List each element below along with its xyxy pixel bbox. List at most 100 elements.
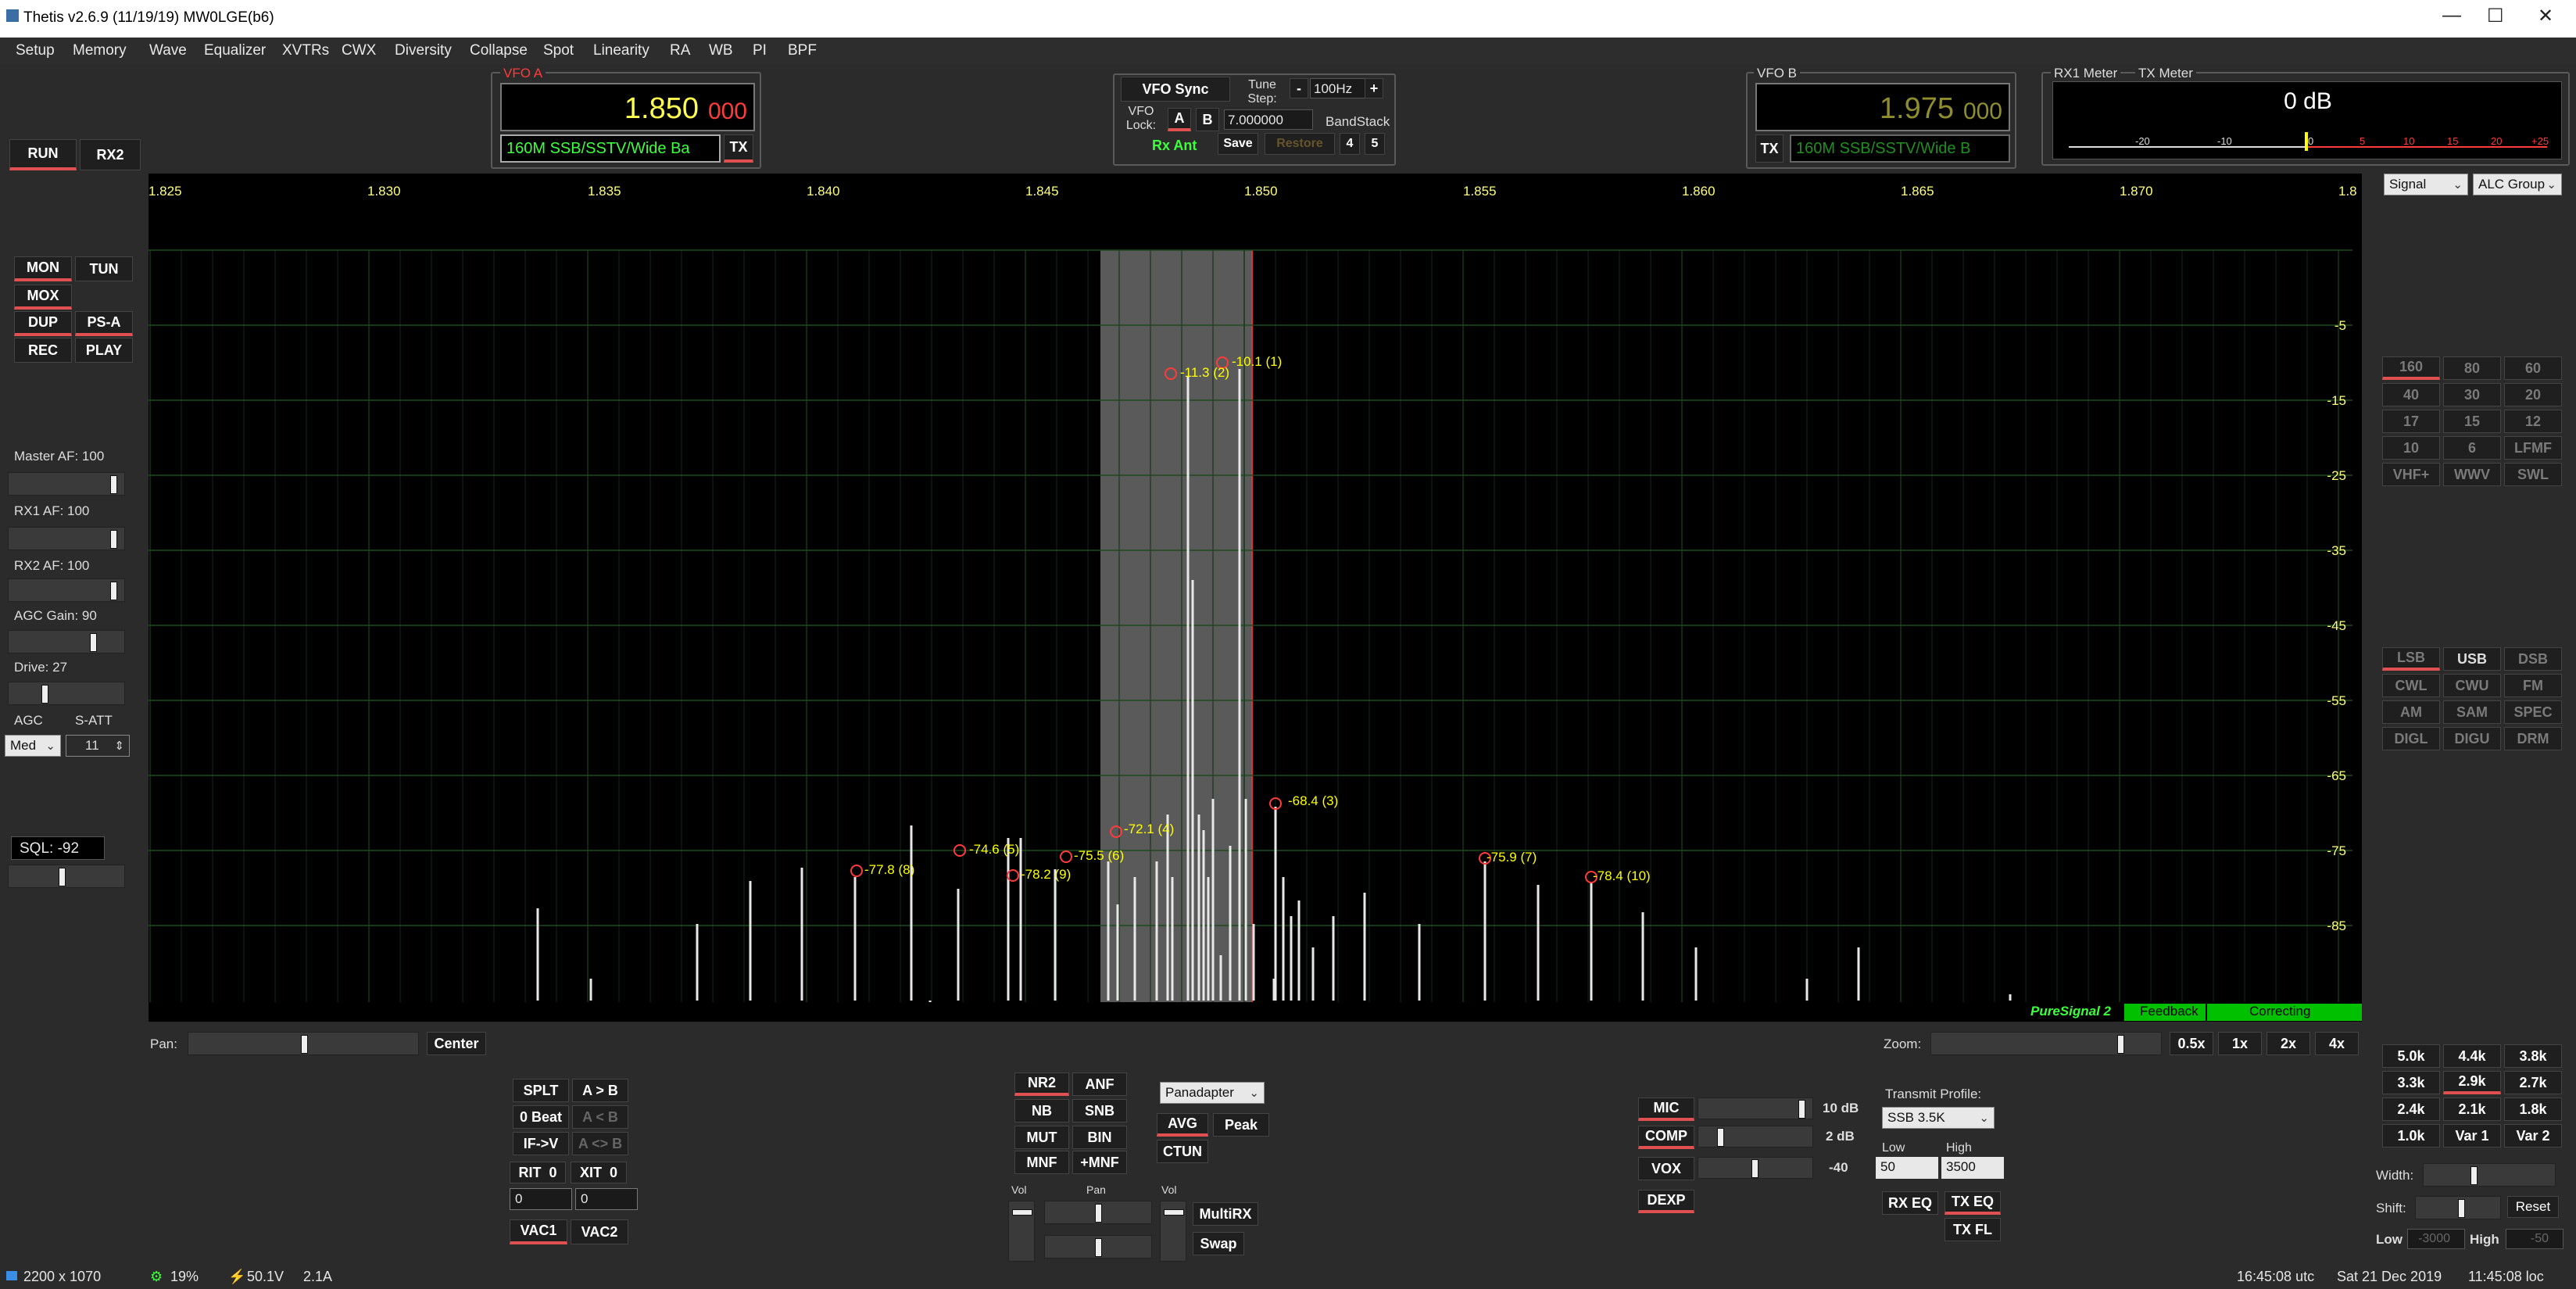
- rx1-pan-slider[interactable]: [1044, 1201, 1152, 1224]
- vox-button[interactable]: VOX: [1638, 1157, 1694, 1180]
- spectrum-graph[interactable]: 1.825 1.830 1.835 1.840 1.845 1.850 1.85…: [148, 174, 2362, 1022]
- filter-4-4k-button[interactable]: 4.4k: [2443, 1044, 2501, 1068]
- zoom-1x-button[interactable]: 1x: [2218, 1032, 2262, 1055]
- filter-5-0k-button[interactable]: 5.0k: [2382, 1044, 2440, 1068]
- vac1-button[interactable]: VAC1: [510, 1219, 567, 1244]
- bin-button[interactable]: BIN: [1072, 1126, 1127, 1149]
- dup-button[interactable]: DUP: [14, 311, 72, 336]
- mode-am-button[interactable]: AM: [2382, 700, 2440, 724]
- band-30-button[interactable]: 30: [2443, 383, 2501, 406]
- rx2-button[interactable]: RX2: [80, 139, 141, 170]
- drive-slider[interactable]: [8, 682, 125, 705]
- mox-button[interactable]: MOX: [14, 285, 72, 310]
- menu-linearity[interactable]: Linearity: [593, 42, 649, 59]
- if-to-v-button[interactable]: IF->V: [513, 1132, 569, 1155]
- menu-wave[interactable]: Wave: [149, 42, 187, 59]
- ctun-button[interactable]: CTUN: [1157, 1140, 1208, 1163]
- tx-eq-button[interactable]: TX EQ: [1945, 1191, 2001, 1215]
- split-button[interactable]: SPLT: [513, 1079, 569, 1102]
- rx1-af-slider[interactable]: [8, 527, 125, 550]
- tx-low-input[interactable]: 50: [1876, 1157, 1938, 1179]
- menu-memory[interactable]: Memory: [73, 42, 127, 59]
- plus-mnf-button[interactable]: +MNF: [1072, 1151, 1127, 1174]
- rx-eq-button[interactable]: RX EQ: [1882, 1191, 1938, 1215]
- filter-3-8k-button[interactable]: 3.8k: [2504, 1044, 2562, 1068]
- band-6-button[interactable]: 6: [2443, 436, 2501, 460]
- vox-slider[interactable]: [1698, 1157, 1813, 1179]
- comp-button[interactable]: COMP: [1638, 1126, 1694, 1149]
- mode-sam-button[interactable]: SAM: [2443, 700, 2501, 724]
- zoom-0-5x-button[interactable]: 0.5x: [2170, 1032, 2213, 1055]
- rit-input[interactable]: 0: [510, 1188, 572, 1210]
- multirx-button[interactable]: MultiRX: [1193, 1202, 1258, 1226]
- vac2-button[interactable]: VAC2: [571, 1219, 628, 1244]
- maximize-icon[interactable]: ☐: [2487, 5, 2504, 27]
- menu-equalizer[interactable]: Equalizer: [204, 42, 266, 59]
- master-af-slider[interactable]: [8, 472, 125, 496]
- band-12-button[interactable]: 12: [2504, 410, 2562, 433]
- mode-digl-button[interactable]: DIGL: [2382, 727, 2440, 750]
- filter-reset-button[interactable]: Reset: [2507, 1196, 2559, 1218]
- restore-button[interactable]: Restore: [1265, 133, 1335, 155]
- b-to-a-button[interactable]: A < B: [572, 1105, 628, 1129]
- rit-button[interactable]: RIT 0: [510, 1162, 566, 1183]
- band-wwv-button[interactable]: WWV: [2443, 463, 2501, 486]
- vfo-sync-button[interactable]: VFO Sync: [1121, 77, 1230, 102]
- tx-fl-button[interactable]: TX FL: [1945, 1218, 2001, 1241]
- agc-gain-slider[interactable]: [8, 630, 125, 653]
- rx1-vol-slider[interactable]: [1008, 1201, 1035, 1262]
- menu-diversity[interactable]: Diversity: [395, 42, 452, 59]
- play-button[interactable]: PLAY: [75, 338, 133, 363]
- filter-2-4k-button[interactable]: 2.4k: [2382, 1097, 2440, 1121]
- meter-rx-select[interactable]: Signal ⌄: [2384, 174, 2468, 195]
- vfo-lock-b-button[interactable]: B: [1196, 108, 1219, 131]
- band-17-button[interactable]: 17: [2382, 410, 2440, 433]
- agc-mode-select[interactable]: Med ⌄: [5, 735, 61, 757]
- panadapter-display[interactable]: 1.825 1.830 1.835 1.840 1.845 1.850 1.85…: [148, 174, 2362, 1022]
- mut-button[interactable]: MUT: [1014, 1126, 1069, 1149]
- comp-slider[interactable]: [1698, 1126, 1813, 1148]
- close-icon[interactable]: ✕: [2538, 5, 2553, 27]
- mode-cwl-button[interactable]: CWL: [2382, 674, 2440, 697]
- filter-2-1k-button[interactable]: 2.1k: [2443, 1097, 2501, 1121]
- ps-a-button[interactable]: PS-A: [75, 311, 133, 336]
- mon-button[interactable]: MON: [14, 256, 72, 281]
- xit-input[interactable]: 0: [575, 1188, 638, 1210]
- filter-1-0k-button[interactable]: 1.0k: [2382, 1124, 2440, 1148]
- filter-shift-slider[interactable]: [2415, 1196, 2501, 1219]
- mode-dsb-button[interactable]: DSB: [2504, 647, 2562, 671]
- menu-cwx[interactable]: CWX: [342, 42, 376, 59]
- band-160-button[interactable]: 160: [2382, 356, 2440, 380]
- mode-lsb-button[interactable]: LSB: [2382, 647, 2440, 671]
- display-mode-select[interactable]: Panadapter ⌄: [1160, 1082, 1265, 1104]
- mode-fm-button[interactable]: FM: [2504, 674, 2562, 697]
- a-to-b-button[interactable]: A > B: [572, 1079, 628, 1102]
- anf-button[interactable]: ANF: [1072, 1072, 1127, 1096]
- filter-var1-button[interactable]: Var 1: [2443, 1124, 2501, 1148]
- rx2-vol-slider[interactable]: [1160, 1201, 1186, 1262]
- filter-var2-button[interactable]: Var 2: [2504, 1124, 2562, 1148]
- zero-beat-button[interactable]: 0 Beat: [513, 1105, 569, 1129]
- rx2-pan-slider[interactable]: [1044, 1235, 1152, 1259]
- zoom-4x-button[interactable]: 4x: [2315, 1032, 2359, 1055]
- band-lfmf-button[interactable]: LFMF: [2504, 436, 2562, 460]
- mnf-button[interactable]: MNF: [1014, 1151, 1069, 1174]
- mode-usb-button[interactable]: USB: [2443, 647, 2501, 671]
- snb-button[interactable]: SNB: [1072, 1099, 1127, 1123]
- filter-width-slider[interactable]: [2423, 1163, 2556, 1187]
- rx-ant-label[interactable]: Rx Ant: [1152, 138, 1197, 154]
- meter-tx-select[interactable]: ALC Group ⌄: [2473, 174, 2562, 195]
- band-swl-button[interactable]: SWL: [2504, 463, 2562, 486]
- band-20-button[interactable]: 20: [2504, 383, 2562, 406]
- mode-cwu-button[interactable]: CWU: [2443, 674, 2501, 697]
- xit-button[interactable]: XIT 0: [571, 1162, 627, 1183]
- vfo-lock-a-button[interactable]: A: [1168, 108, 1191, 131]
- tun-button[interactable]: TUN: [75, 256, 133, 281]
- filter-2-7k-button[interactable]: 2.7k: [2504, 1071, 2562, 1094]
- band-15-button[interactable]: 15: [2443, 410, 2501, 433]
- band-10-button[interactable]: 10: [2382, 436, 2440, 460]
- center-button[interactable]: Center: [427, 1032, 486, 1055]
- mode-digu-button[interactable]: DIGU: [2443, 727, 2501, 750]
- zoom-slider[interactable]: [1930, 1032, 2162, 1055]
- band-60-button[interactable]: 60: [2504, 356, 2562, 380]
